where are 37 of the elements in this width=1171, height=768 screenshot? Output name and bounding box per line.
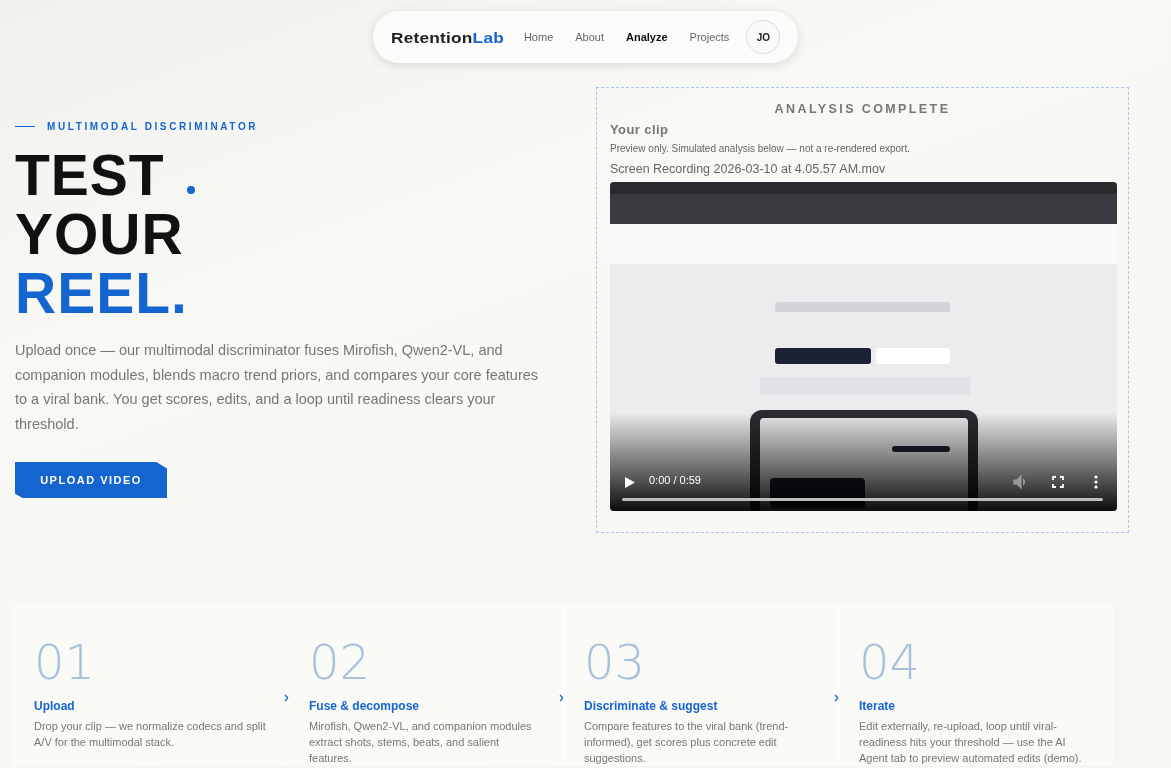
step-title: Discriminate & suggest [584,699,719,713]
hero-description: Upload once — our multimodal discriminator fuses Mirofish, Qwen2-VL, and companion modules, blends macro trend priors, and compares your core features to a viral bank. You get scores, edits, and a loop until readiness clears your threshold. [15,341,540,434]
video-time: 0:00 / 0:59 [649,474,701,486]
step-title: Fuse & decompose [309,699,421,713]
step-number: 04 [859,636,922,688]
logo[interactable]: RetentionLab [390,28,504,46]
step-description: Mirofish, Qwen2-VL, and companion modules extract shots, stems, beats, and salient features. [309,719,533,766]
step-description: Drop your clip — we normalize codecs and split A/V for the multimodal stack. [34,719,267,750]
file-name: Screen Recording 2026-03-10 at 4.05.57 AM.mov [610,162,887,176]
step-number: 02 [309,636,372,688]
chevron-icon [834,693,839,703]
upload-button[interactable]: UPLOAD VIDEO [15,462,167,498]
step-description: Compare features to the viral bank (trend-informed), get scores plus concrete edit suggestions. [584,719,790,766]
preview-note: Preview only. Simulated analysis below — not a re-rendered export. [610,143,911,154]
status-heading: ANALYSIS COMPLETE [773,102,952,116]
volume-icon[interactable] [1013,475,1027,489]
headline-line: TEST [15,146,165,205]
fullscreen-icon[interactable] [1052,476,1064,488]
step-title: Iterate [859,699,897,713]
nav-link[interactable]: Projects [681,31,738,43]
chevron-icon [559,693,564,703]
avatar-button[interactable]: JO [746,20,781,54]
more-icon[interactable] [1094,475,1098,489]
dot-icon [186,186,195,194]
step-description: Edit externally, re-upload, loop until viral-readiness hits your threshold — use the AI Agent tab to preview automated edits (demo). [859,719,1083,766]
headline-line: YOUR [15,205,184,264]
nav-link[interactable]: Analyze [618,31,676,43]
chevron-icon [284,693,289,703]
step-number: 03 [584,636,647,688]
headline-line: REEL. [15,264,188,323]
step-title: Upload [34,699,76,713]
nav-link[interactable]: Home [515,31,562,43]
panel-title: Your clip [610,122,670,137]
nav-link[interactable]: About [567,31,612,43]
play-icon[interactable] [625,477,635,488]
eyebrow-label: MULTIMODAL DISCRIMINATOR [47,121,259,132]
step-number: 01 [34,636,97,688]
